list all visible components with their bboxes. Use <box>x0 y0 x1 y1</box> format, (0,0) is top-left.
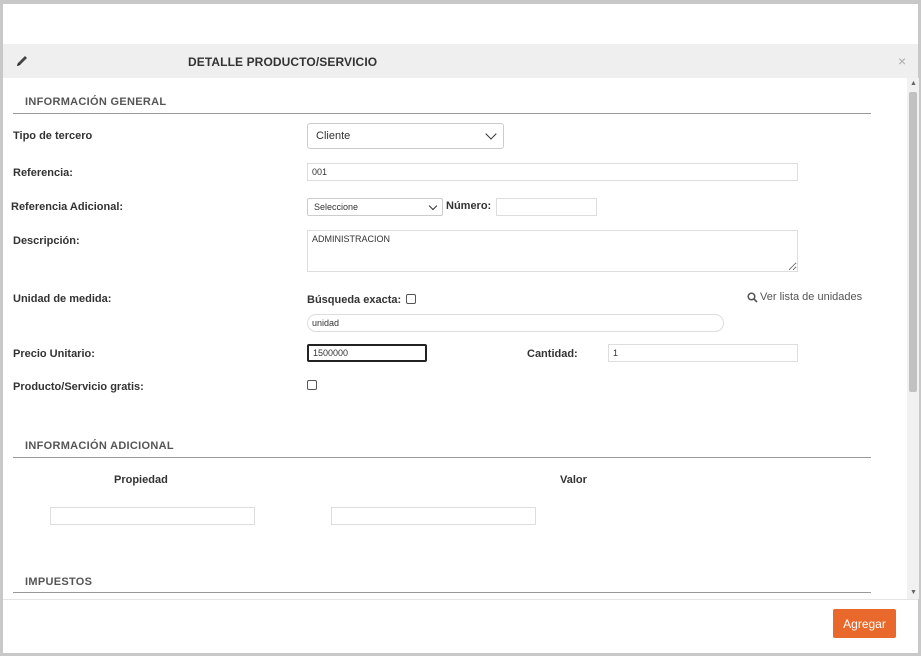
tipo-tercero-value: Cliente <box>316 130 351 142</box>
unidad-medida-label: Unidad de medida: <box>13 293 112 305</box>
tipo-tercero-label: Tipo de tercero <box>13 130 93 142</box>
valor-column-header: Valor <box>560 474 587 486</box>
busqueda-exacta-checkbox[interactable] <box>406 294 416 304</box>
footer-divider <box>3 599 918 600</box>
precio-unitario-input[interactable] <box>307 344 427 362</box>
chevron-down-icon <box>428 201 438 210</box>
chevron-down-icon <box>485 128 497 140</box>
agregar-button[interactable]: Agregar <box>833 609 896 638</box>
modal-title: DETALLE PRODUCTO/SERVICIO <box>188 55 378 69</box>
section-divider <box>13 113 871 114</box>
referencia-input[interactable] <box>307 163 798 181</box>
section-title-adicional: INFORMACIÓN ADICIONAL <box>25 440 174 452</box>
section-divider <box>13 457 871 458</box>
modal-body: INFORMACIÓN GENERAL Tipo de tercero Clie… <box>3 78 906 598</box>
section-divider <box>13 592 871 593</box>
ver-lista-unidades-link[interactable]: Ver lista de unidades <box>747 291 862 303</box>
propiedad-input[interactable] <box>50 507 255 525</box>
busqueda-exacta-label: Búsqueda exacta: <box>307 294 402 306</box>
close-icon[interactable]: × <box>898 54 906 68</box>
search-icon <box>747 291 758 303</box>
referencia-adicional-select[interactable]: Seleccione <box>307 198 443 216</box>
ver-lista-unidades-label: Ver lista de unidades <box>760 291 863 303</box>
scroll-down-icon[interactable]: ▼ <box>910 589 917 597</box>
descripcion-label: Descripción: <box>13 235 80 247</box>
producto-gratis-checkbox[interactable] <box>307 380 317 390</box>
section-title-general: INFORMACIÓN GENERAL <box>25 96 167 108</box>
numero-label: Número: <box>446 200 492 212</box>
referencia-adicional-label: Referencia Adicional: <box>11 201 124 213</box>
cantidad-label: Cantidad: <box>527 348 578 360</box>
scrollbar[interactable]: ▲ ▼ <box>907 78 919 599</box>
propiedad-column-header: Propiedad <box>114 474 168 486</box>
producto-gratis-label: Producto/Servicio gratis: <box>13 381 144 393</box>
pencil-icon <box>17 56 27 66</box>
modal-header: DETALLE PRODUCTO/SERVICIO × <box>3 44 918 78</box>
scroll-up-icon[interactable]: ▲ <box>910 80 917 88</box>
precio-unitario-label: Precio Unitario: <box>13 348 95 360</box>
numero-input[interactable] <box>496 198 597 216</box>
unidad-input[interactable] <box>307 314 724 332</box>
cantidad-input[interactable] <box>608 344 798 362</box>
tipo-tercero-select[interactable]: Cliente <box>307 123 504 149</box>
descripcion-textarea[interactable]: ADMINISTRACION <box>307 230 798 272</box>
valor-input[interactable] <box>331 507 536 525</box>
referencia-label: Referencia: <box>13 167 73 179</box>
referencia-adicional-value: Seleccione <box>314 202 359 212</box>
section-title-impuestos: IMPUESTOS <box>25 576 93 588</box>
scrollbar-thumb[interactable] <box>909 92 917 392</box>
modal-dialog: DETALLE PRODUCTO/SERVICIO × INFORMACIÓN … <box>0 0 921 656</box>
